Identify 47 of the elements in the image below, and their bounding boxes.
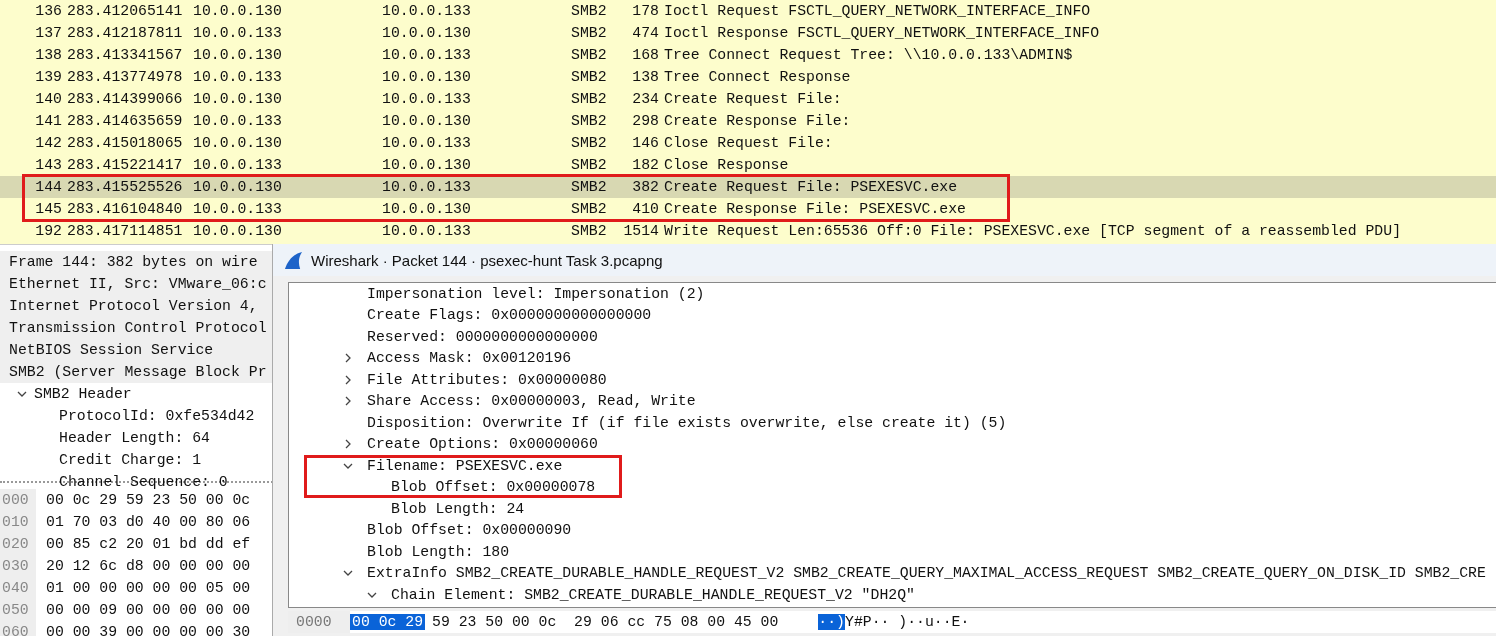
tree-item[interactable]: Channel Sequence: 0 xyxy=(59,474,228,490)
tree-item[interactable]: File Attributes: 0x00000080 xyxy=(367,371,607,388)
tree-item[interactable]: SMB2 Header xyxy=(34,386,132,402)
tree-item[interactable]: Create Flags: 0x0000000000000000 xyxy=(367,307,652,324)
tree-item[interactable]: Blob Length: 180 xyxy=(367,543,510,560)
offset-label: 050 xyxy=(0,599,36,621)
offset-label: 0000 xyxy=(288,611,350,633)
tree-item[interactable]: Impersonation level: Impersonation (2) xyxy=(367,285,705,302)
tree-item[interactable]: Share Access: 0x00000003, Read, Write xyxy=(367,393,696,410)
tree-item[interactable]: Blob Length: 24 xyxy=(391,500,525,517)
offset-label: 000 xyxy=(0,489,36,511)
hex-bytes: 20 12 6c d8 00 00 00 00 xyxy=(46,558,251,574)
offset-label: 040 xyxy=(0,577,36,599)
hex-bytes: 01 00 00 00 00 00 05 00 xyxy=(46,580,251,596)
shark-fin-icon xyxy=(284,250,303,270)
tree-item[interactable]: Credit Charge: 1 xyxy=(59,452,202,468)
tree-item[interactable]: ProtocolId: 0xfe534d42 xyxy=(59,408,255,424)
hex-bytes: 00 0c 29 59 23 50 00 0c xyxy=(46,492,251,508)
tree-item[interactable]: Create Options: 0x00000060 xyxy=(367,436,598,453)
tree-item[interactable]: ExtraInfo SMB2_CREATE_DURABLE_HANDLE_REQUEST_V2 SMB2_CREATE_QUERY_MAXIMAL_ACCESS_REQUEST SMB2_CREATE_QUERY_ON_DISK_ID SMB2_CRE xyxy=(367,565,1486,582)
chevron-down-icon[interactable] xyxy=(17,389,27,399)
selected-hex-bytes: 00 0c 29 xyxy=(350,614,426,630)
tree-item[interactable]: Filename: PSEXESVC.exe xyxy=(367,457,563,474)
offset-label: 010 xyxy=(0,511,36,533)
offset-label: 060 xyxy=(0,621,36,636)
hex-bytes: 00 00 09 00 00 00 00 00 xyxy=(46,602,251,618)
ascii-text: Y#P·· )··u··E· xyxy=(845,614,970,630)
tree-item[interactable]: Chain Element: SMB2_CREATE_DURABLE_HANDLE_REQUEST_V2 "DH2Q" xyxy=(391,586,915,603)
tree-item[interactable]: Blob Offset: 0x00000078 xyxy=(391,479,596,496)
chevron-right-icon[interactable] xyxy=(343,439,353,450)
hex-bytes: 00 85 c2 20 01 bd dd ef xyxy=(46,536,251,552)
tree-item[interactable]: Reserved: 0000000000000000 xyxy=(367,328,598,345)
hex-bytes: 59 23 50 00 0c 29 06 cc 75 08 00 45 00 xyxy=(432,614,779,630)
tree-item[interactable]: Header Length: 64 xyxy=(59,430,210,446)
tree-item[interactable]: Blob Offset: 0x00000090 xyxy=(367,522,572,539)
packet-row[interactable]: 144 283.415525526 10.0.0.130 10.0.0.133 SMB2 382 Create Request File: PSEXESVC.exe xyxy=(0,176,1496,198)
tree-item[interactable]: Access Mask: 0x00120196 xyxy=(367,350,572,367)
hex-bytes: 01 70 03 d0 40 00 80 06 xyxy=(46,514,251,530)
chevron-right-icon[interactable] xyxy=(343,396,353,407)
tree-item[interactable]: Disposition: Overwrite If (if file exists overwrite, else create it) (5) xyxy=(367,414,1007,431)
chevron-right-icon[interactable] xyxy=(343,353,353,364)
hex-bytes: 00 00 39 00 00 00 00 30 xyxy=(46,624,251,636)
window-title: Wireshark · Packet 144 · psexec-hunt Task 3.pcapng xyxy=(311,251,663,269)
offset-label: 020 xyxy=(0,533,36,555)
chevron-right-icon[interactable] xyxy=(343,374,353,385)
selected-ascii-text: ··) xyxy=(818,614,845,630)
offset-label: 030 xyxy=(0,555,36,577)
